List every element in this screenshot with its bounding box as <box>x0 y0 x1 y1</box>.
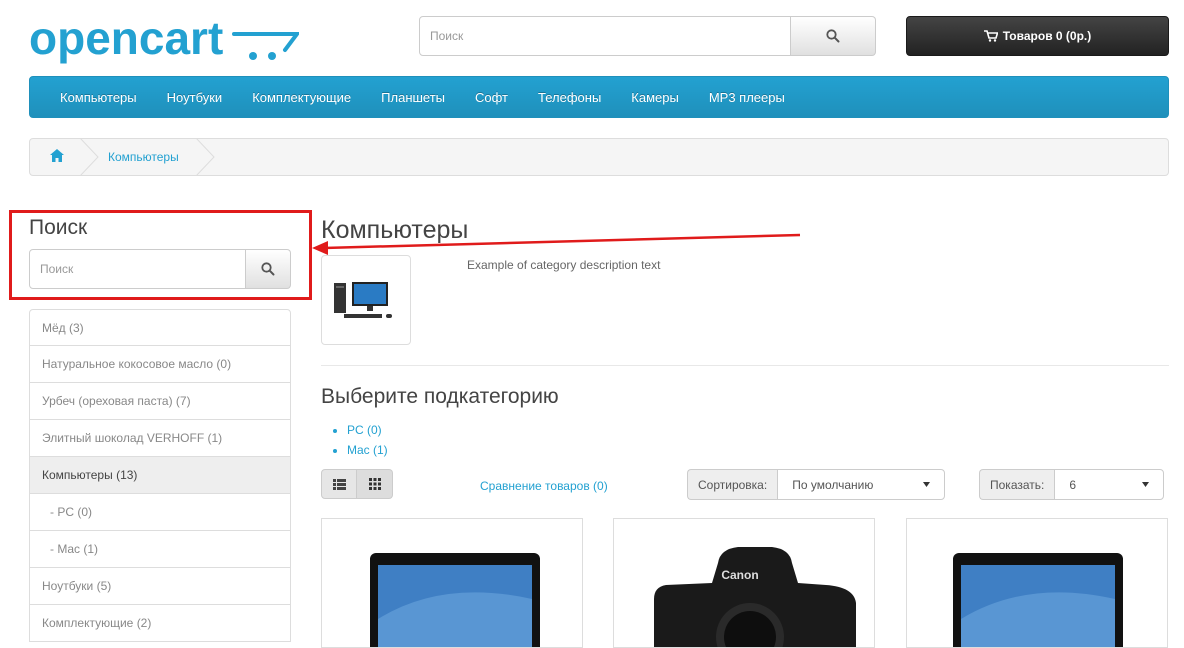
cart-label: Товаров 0 (0р.) <box>1002 29 1092 43</box>
main-menu: Компьютеры Ноутбуки Комплектующие Планше… <box>29 76 1169 118</box>
product-card[interactable]: Canon <box>613 518 875 648</box>
highlight-box <box>9 210 312 300</box>
camera-brand-label: Canon <box>721 568 758 582</box>
product-card[interactable] <box>906 518 1168 648</box>
menu-item-computers[interactable]: Компьютеры <box>60 90 137 105</box>
breadcrumb-item-computers[interactable]: Компьютеры <box>108 150 179 164</box>
cart-button[interactable]: Товаров 0 (0р.) <box>906 16 1169 56</box>
category-item[interactable]: Элитный шоколад VERHOFF (1) <box>29 420 291 457</box>
category-item[interactable]: Натуральное кокосовое масло (0) <box>29 346 291 383</box>
category-thumbnail[interactable] <box>321 255 411 345</box>
home-icon[interactable] <box>50 149 64 162</box>
grid-view-button[interactable] <box>357 469 393 499</box>
sort-label: Сортировка: <box>687 469 778 500</box>
limit-select[interactable]: 6 <box>1054 469 1165 500</box>
limit-value: 6 <box>1069 477 1077 492</box>
category-list: Мёд (3) Натуральное кокосовое масло (0) … <box>29 309 291 642</box>
category-item-active[interactable]: Компьютеры (13) <box>29 457 291 494</box>
list-view-button[interactable] <box>321 469 357 499</box>
list-icon <box>332 478 346 490</box>
product-card[interactable] <box>321 518 583 648</box>
category-item-sub[interactable]: - PC (0) <box>29 494 291 531</box>
compare-link[interactable]: Сравнение товаров (0) <box>480 479 608 493</box>
caret-down-icon <box>923 482 931 487</box>
menu-item-phones[interactable]: Телефоны <box>538 90 601 105</box>
category-item-sub[interactable]: - Mac (1) <box>29 531 291 568</box>
menu-item-cameras[interactable]: Камеры <box>631 90 679 105</box>
breadcrumb: Компьютеры <box>29 138 1169 176</box>
header-search-button[interactable] <box>791 16 876 56</box>
menu-item-tablets[interactable]: Планшеты <box>381 90 445 105</box>
category-description: Example of category description text <box>467 258 661 272</box>
page-title: Компьютеры <box>321 216 469 244</box>
subcategory-link-mac[interactable]: Mac (1) <box>347 440 388 460</box>
category-item[interactable]: Мёд (3) <box>29 309 291 346</box>
grid-icon <box>368 478 381 490</box>
subcategory-link-pc[interactable]: PC (0) <box>347 420 388 440</box>
menu-item-components[interactable]: Комплектующие <box>252 90 351 105</box>
header-search <box>419 16 876 56</box>
opencart-logo[interactable]: opencart <box>29 14 299 66</box>
view-toggle <box>321 469 393 499</box>
limit-group: Показать: 6 <box>979 469 1165 500</box>
category-item[interactable]: Урбеч (ореховая паста) (7) <box>29 383 291 420</box>
caret-down-icon <box>1142 482 1150 487</box>
laptop-image <box>370 553 540 647</box>
divider <box>321 365 1169 366</box>
shopping-cart-icon <box>983 30 998 42</box>
header-search-input[interactable] <box>419 16 791 56</box>
sort-select[interactable]: По умолчанию <box>777 469 946 500</box>
menu-item-software[interactable]: Софт <box>475 90 508 105</box>
breadcrumb-separator <box>196 138 215 176</box>
breadcrumb-separator <box>80 138 99 176</box>
sort-value: По умолчанию <box>792 477 874 492</box>
subcategory-title: Выберите подкатегорию <box>321 385 559 408</box>
category-item[interactable]: Комплектующие (2) <box>29 605 291 642</box>
camera-image: Canon <box>654 547 856 647</box>
category-item[interactable]: Ноутбуки (5) <box>29 568 291 605</box>
logo-text: opencart <box>29 14 223 64</box>
logo-cart-icon <box>232 32 299 60</box>
limit-label: Показать: <box>979 469 1055 500</box>
search-icon <box>826 29 840 43</box>
laptop-image <box>953 553 1123 647</box>
menu-item-laptops[interactable]: Ноутбуки <box>167 90 223 105</box>
menu-item-mp3[interactable]: MP3 плееры <box>709 90 785 105</box>
sort-group: Сортировка: По умолчанию <box>687 469 946 500</box>
computer-image-icon <box>334 282 392 318</box>
subcategory-list: PC (0) Mac (1) <box>347 420 388 460</box>
